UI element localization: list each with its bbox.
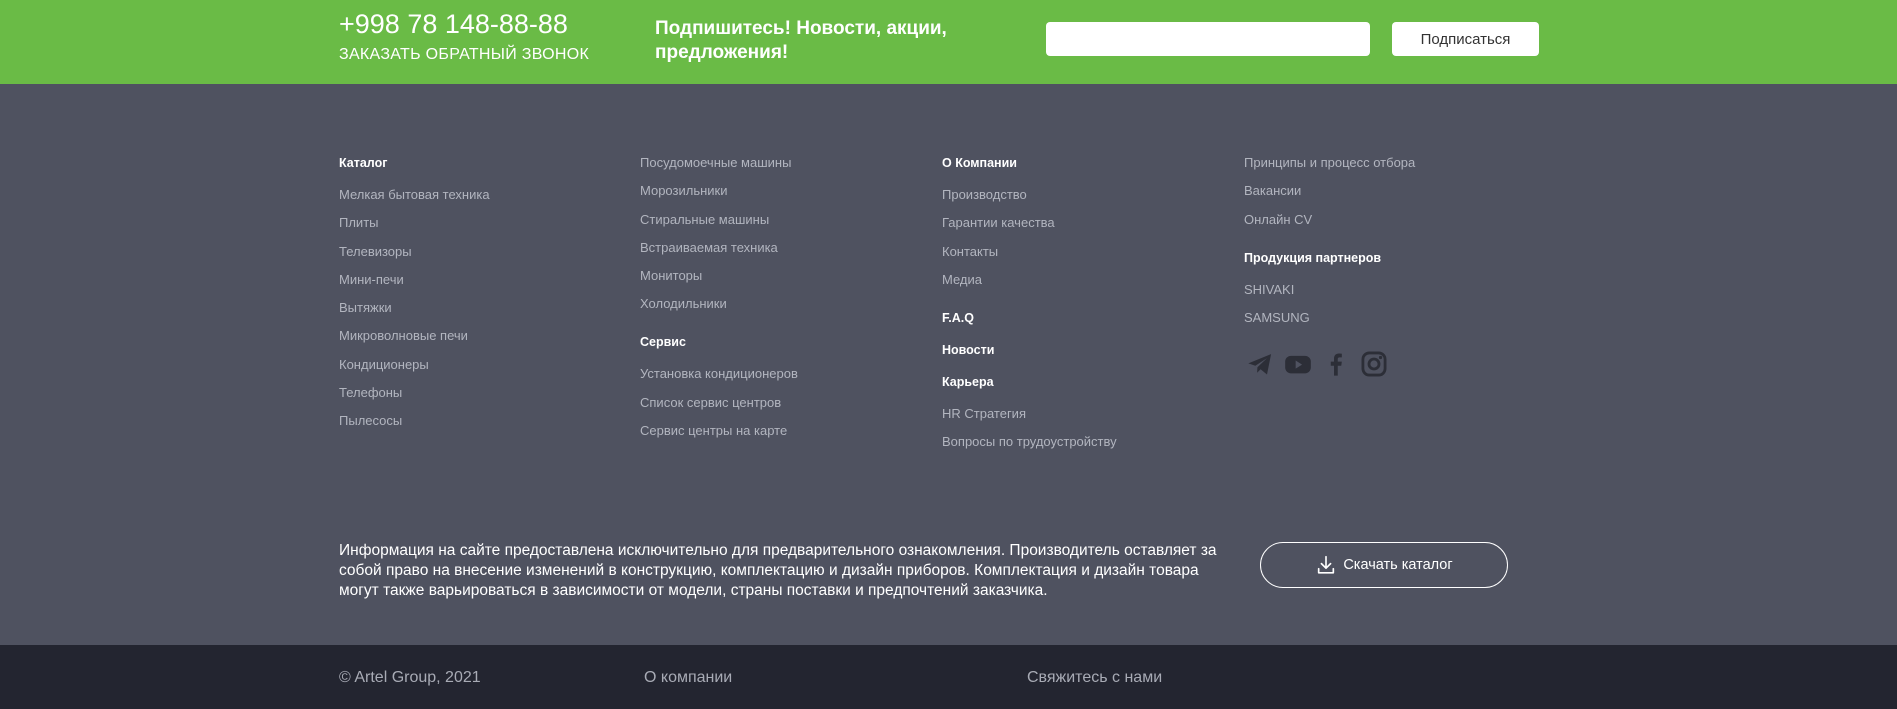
footer-column-catalog: Каталог Мелкая бытовая техника Плиты Тел…: [339, 155, 629, 442]
footer-link[interactable]: Встраиваемая техника: [640, 240, 930, 256]
footer-link[interactable]: Гарантии качества: [942, 215, 1232, 231]
instagram-icon[interactable]: [1360, 350, 1388, 378]
footer-link[interactable]: Принципы и процесс отбора: [1244, 155, 1534, 171]
footer-column-company: О Компании Производство Гарантии качеств…: [942, 155, 1232, 462]
about-company-link[interactable]: О компании: [644, 668, 732, 688]
footer-link[interactable]: Пылесосы: [339, 413, 629, 429]
disclaimer-text: Информация на сайте предоставлена исключ…: [339, 542, 1217, 599]
footer-link[interactable]: Микроволновые печи: [339, 328, 629, 344]
news-link[interactable]: Новости: [942, 342, 1232, 358]
footer-link[interactable]: Кондиционеры: [339, 357, 629, 373]
footer-link[interactable]: Холодильники: [640, 296, 930, 312]
phone-number[interactable]: +998 78 148-88-88: [339, 8, 568, 40]
faq-link[interactable]: F.A.Q: [942, 310, 1232, 326]
copyright: © Artel Group, 2021: [339, 669, 481, 686]
footer-link[interactable]: Установка кондиционеров: [640, 366, 930, 382]
social-links: [1246, 350, 1534, 378]
career-heading[interactable]: Карьера: [942, 374, 1232, 390]
footer-link[interactable]: Мини-печи: [339, 272, 629, 288]
subscribe-bar: +998 78 148-88-88 ЗАКАЗАТЬ ОБРАТНЫЙ ЗВОН…: [0, 0, 1897, 84]
footer-link[interactable]: Морозильники: [640, 183, 930, 199]
bottom-bar: © Artel Group, 2021 О компании Свяжитесь…: [0, 645, 1897, 709]
footer-link[interactable]: Вытяжки: [339, 300, 629, 316]
footer-link[interactable]: Вопросы по трудоустройству: [942, 434, 1232, 450]
telegram-icon[interactable]: [1246, 350, 1274, 378]
footer-column-career-partners: Принципы и процесс отбора Вакансии Онлай…: [1244, 155, 1534, 378]
footer-link[interactable]: Вакансии: [1244, 183, 1534, 199]
facebook-icon[interactable]: [1322, 350, 1350, 378]
callback-link[interactable]: ЗАКАЗАТЬ ОБРАТНЫЙ ЗВОНОК: [339, 45, 589, 65]
company-heading[interactable]: О Компании: [942, 155, 1232, 171]
catalog-heading[interactable]: Каталог: [339, 155, 629, 171]
footer-link[interactable]: Медиа: [942, 272, 1232, 288]
footer-link[interactable]: Телефоны: [339, 385, 629, 401]
footer-link[interactable]: HR Стратегия: [942, 406, 1232, 422]
subscribe-button[interactable]: Подписаться: [1392, 22, 1539, 56]
footer-link[interactable]: Стиральные машины: [640, 212, 930, 228]
footer-link[interactable]: SAMSUNG: [1244, 310, 1534, 326]
footer-link[interactable]: Онлайн CV: [1244, 212, 1534, 228]
download-catalog-button[interactable]: Скачать каталог: [1260, 542, 1508, 588]
footer-link[interactable]: Телевизоры: [339, 244, 629, 260]
footer-link[interactable]: SHIVAKI: [1244, 282, 1534, 298]
partners-heading[interactable]: Продукция партнеров: [1244, 250, 1534, 266]
youtube-icon[interactable]: [1284, 350, 1312, 378]
footer-link[interactable]: Посудомоечные машины: [640, 155, 930, 171]
footer-link[interactable]: Плиты: [339, 215, 629, 231]
email-field[interactable]: [1046, 22, 1370, 56]
download-catalog-label: Скачать каталог: [1343, 557, 1453, 573]
footer-link[interactable]: Сервис центры на карте: [640, 423, 930, 439]
service-heading[interactable]: Сервис: [640, 334, 930, 350]
footer-link[interactable]: Мелкая бытовая техника: [339, 187, 629, 203]
footer-link[interactable]: Контакты: [942, 244, 1232, 260]
footer-link[interactable]: Список сервис центров: [640, 395, 930, 411]
footer-link[interactable]: Мониторы: [640, 268, 930, 284]
footer-column-catalog-service: Посудомоечные машины Морозильники Стирал…: [640, 155, 930, 451]
footer-link[interactable]: Производство: [942, 187, 1232, 203]
contact-us-link[interactable]: Свяжитесь с нами: [1027, 668, 1162, 688]
subscribe-heading: Подпишитесь! Новости, акции, предложения…: [655, 18, 947, 63]
download-icon: [1315, 554, 1337, 576]
